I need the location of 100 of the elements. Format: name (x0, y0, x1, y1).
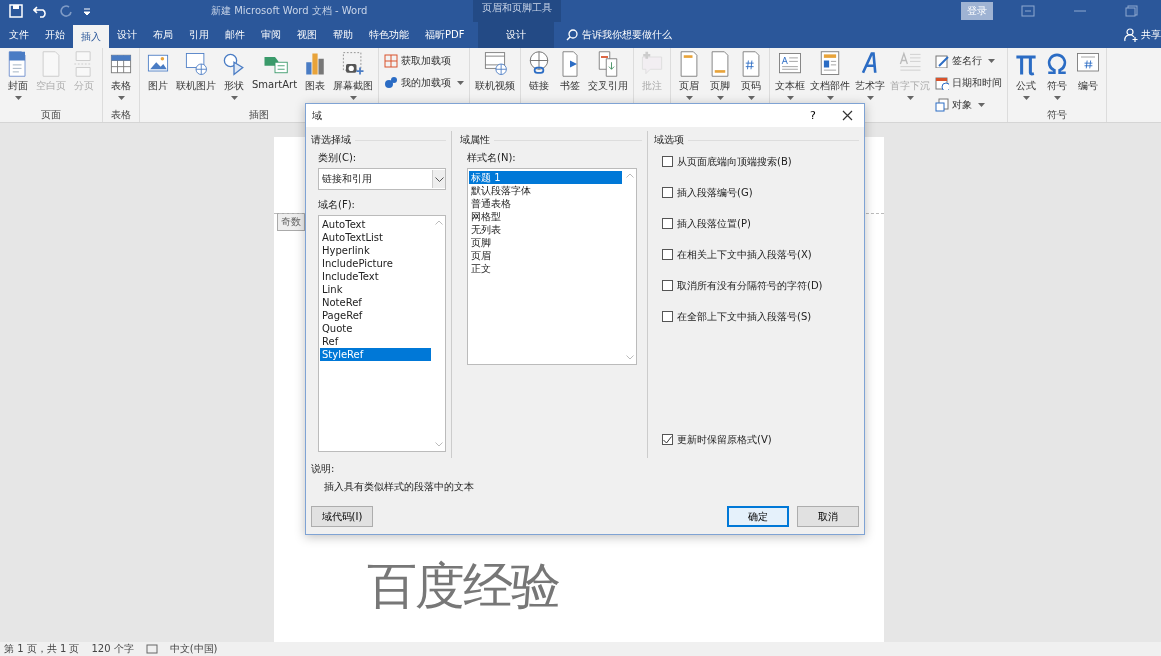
ribbon-tab[interactable]: 开始 (37, 22, 73, 48)
list-item[interactable]: AutoTextList (320, 231, 431, 244)
ribbon-button[interactable]: SmartArt (250, 48, 300, 108)
ribbon-tab[interactable]: 视图 (289, 22, 325, 48)
ribbon-button[interactable]: 页眉 (674, 48, 705, 108)
ribbon-button[interactable]: 图表 (300, 48, 331, 108)
checkbox[interactable] (662, 187, 673, 198)
ribbon-tab[interactable]: 审阅 (253, 22, 289, 48)
ribbon-button[interactable]: 形状 (219, 48, 249, 108)
ribbon-tab[interactable]: 插入 (73, 25, 109, 48)
person-add-icon (1124, 28, 1138, 42)
ribbon-button[interactable]: 艺术字 (853, 48, 888, 116)
help-button[interactable]: ? (796, 104, 830, 127)
ribbon-tab[interactable]: 布局 (145, 22, 181, 48)
ribbon-button[interactable]: 公式 (1011, 48, 1042, 108)
list-item[interactable]: 页脚 (469, 236, 622, 249)
checkbox[interactable] (662, 434, 673, 445)
ribbon-tab[interactable]: 福昕PDF (417, 22, 473, 48)
list-item[interactable]: NoteRef (320, 296, 431, 309)
list-item[interactable]: Link (320, 283, 431, 296)
ribbon-button[interactable]: 我的加载项 (382, 72, 467, 94)
caret-icon (230, 96, 238, 100)
checkbox-label[interactable]: 从页面底端向顶端搜索(B) (677, 154, 792, 169)
list-item[interactable]: 默认段落字体 (469, 184, 622, 197)
caret-icon (786, 96, 794, 100)
ribbon-button[interactable]: 封面 (3, 48, 33, 108)
section-title: 请选择域 (311, 133, 351, 147)
caret-icon (117, 96, 125, 100)
list-item[interactable]: 普通表格 (469, 197, 622, 210)
checkmark-icon (663, 435, 672, 444)
checkbox-label[interactable]: 更新时保留原格式(V) (677, 432, 772, 447)
section-title: 域属性 (460, 133, 490, 147)
caret-icon (457, 81, 465, 85)
checkbox-label[interactable]: 取消所有没有分隔符号的字符(D) (677, 278, 823, 293)
list-item[interactable]: IncludeText (320, 270, 431, 283)
ribbon-button[interactable]: 符号 (1042, 48, 1073, 108)
ribbon-button[interactable]: 对象 (933, 94, 1005, 116)
list-item[interactable]: 标题 1 (469, 171, 622, 184)
section-title: 域选项 (654, 133, 684, 147)
checkbox[interactable] (662, 249, 673, 260)
list-item[interactable]: Quote (320, 322, 431, 335)
category-dropdown[interactable]: 链接和引用 (318, 168, 446, 190)
addin-icon (384, 76, 399, 90)
checkbox-label[interactable]: 在相关上下文中插入段落号(X) (677, 247, 812, 262)
list-item[interactable]: StyleRef (320, 348, 431, 361)
caret-icon (866, 96, 874, 100)
signature-icon (935, 54, 950, 68)
language-status[interactable]: 中文(中国) (169, 643, 218, 655)
field-names-list[interactable]: AutoText AutoTextList Hyperlink IncludePicture IncludeText Link NoteRef PageRef Quote Ref StyleRef (318, 215, 446, 452)
ribbon-button[interactable]: 表格 (106, 48, 136, 108)
caret-icon (349, 96, 357, 100)
list-item[interactable]: 页眉 (469, 249, 622, 262)
ribbon-tab[interactable]: 文件 (1, 22, 37, 48)
ribbon-button[interactable]: 图片 (143, 48, 173, 108)
word-count[interactable]: 120 个字 (91, 643, 134, 655)
ok-button[interactable]: 确定 (727, 506, 789, 527)
list-item[interactable]: IncludePicture (320, 257, 431, 270)
checkbox[interactable] (662, 218, 673, 229)
ribbon-tab[interactable]: 特色功能 (361, 22, 417, 48)
ribbon-tab[interactable]: 设计 (109, 22, 145, 48)
caret-icon (747, 96, 755, 100)
ribbon-button[interactable]: 编号 (1073, 48, 1104, 108)
caret-icon (14, 96, 22, 100)
object-icon (935, 98, 950, 112)
ribbon-button[interactable]: 联机图片 (174, 48, 218, 108)
list-item[interactable]: PageRef (320, 309, 431, 322)
ribbon-button[interactable]: 屏幕截图 (331, 48, 376, 108)
checkbox-label[interactable]: 在全部上下文中插入段落号(S) (677, 309, 812, 324)
ribbon-button[interactable]: 书签 (555, 48, 586, 108)
caret-icon (685, 96, 693, 100)
scroll-down-icon (625, 355, 634, 360)
ribbon-tab[interactable]: 帮助 (325, 22, 361, 48)
field-codes-button[interactable]: 域代码(I) (311, 506, 373, 527)
ribbon-button[interactable]: 页码 (736, 48, 767, 108)
list-item[interactable]: 网格型 (469, 210, 622, 223)
share-button[interactable]: 共享 (1141, 28, 1161, 42)
checkbox[interactable] (662, 156, 673, 167)
scroll-down-icon (434, 442, 443, 447)
tell-me-search[interactable]: 告诉我你想要做什么 (582, 28, 673, 42)
ribbon-tab[interactable]: 邮件 (217, 22, 253, 48)
style-names-list[interactable]: 标题 1 默认段落字体 普通表格 网格型 无列表 页脚 页眉 正文 (467, 168, 637, 365)
checkbox-label[interactable]: 插入段落位置(P) (677, 216, 751, 231)
ribbon-tab[interactable]: 设计 (478, 22, 555, 48)
list-item[interactable]: 正文 (469, 262, 622, 275)
ribbon-button[interactable]: 获取加载项 (382, 50, 467, 72)
cancel-button[interactable]: 取消 (797, 506, 859, 527)
checkbox[interactable] (662, 311, 673, 322)
ribbon-button[interactable]: 日期和时间 (933, 72, 1005, 94)
heading-text: 百度经验 (366, 556, 559, 617)
ribbon-tab[interactable]: 引用 (181, 22, 217, 48)
ribbon-button[interactable]: 签名行 (933, 50, 1005, 72)
list-item[interactable]: 无列表 (469, 223, 622, 236)
list-item[interactable]: AutoText (320, 218, 431, 231)
ribbon-button[interactable]: 页脚 (705, 48, 736, 108)
store-icon (384, 54, 399, 68)
list-item[interactable]: Hyperlink (320, 244, 431, 257)
checkbox[interactable] (662, 280, 673, 291)
list-item[interactable]: Ref (320, 335, 431, 348)
checkbox-label[interactable]: 插入段落编号(G) (677, 185, 753, 200)
page-count[interactable]: 第 1 页，共 1 页 (4, 643, 80, 655)
